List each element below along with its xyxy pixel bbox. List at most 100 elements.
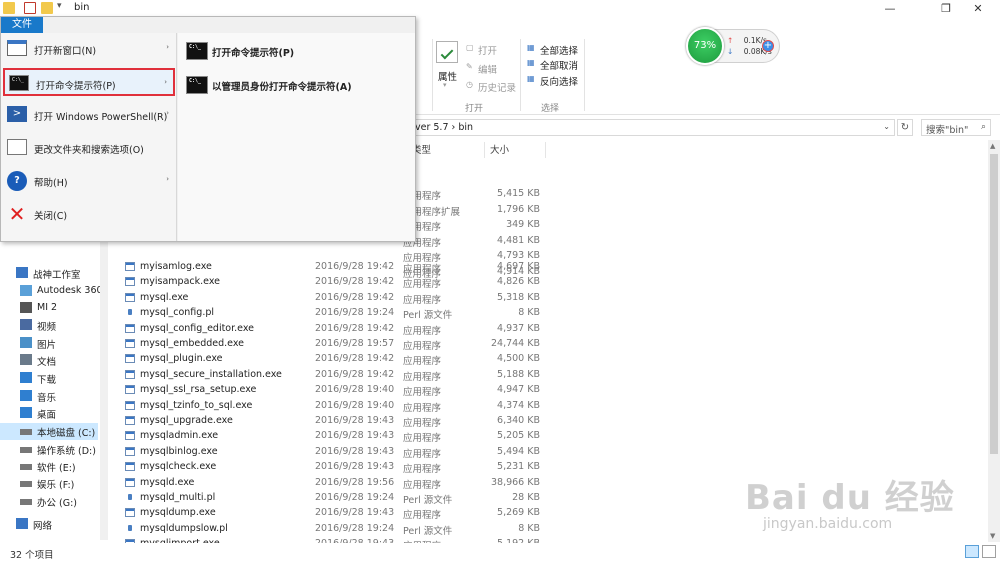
search-input[interactable]: 搜索"bin" ⌕ — [921, 119, 991, 136]
chevron-down-icon[interactable]: ⌄ — [883, 122, 890, 131]
minimize-button[interactable]: — — [868, 0, 912, 17]
chevron-right-icon: › — [166, 175, 169, 183]
table-row[interactable]: mysql_secure_installation.exe 2016/9/28 1… — [120, 367, 980, 383]
phone-icon — [20, 302, 32, 313]
table-row[interactable]: mysqladmin.exe 2016/9/28 19:43 应用程序 5,205 K… — [120, 428, 980, 444]
select-all-button[interactable]: 全部选择 — [540, 43, 578, 57]
open-button[interactable]: 打开 — [478, 43, 497, 57]
status-bar: 32 个项目 — [0, 543, 1000, 562]
file-name: mysql_ssl_rsa_setup.exe — [140, 384, 257, 396]
exe-file-icon — [125, 385, 135, 395]
menu-item[interactable]: ? 帮助(H) › — [3, 167, 175, 195]
menu-item[interactable]: 更改文件夹和搜索选项(O) — [3, 134, 175, 162]
nav-item[interactable]: 软件 (E:) — [20, 458, 112, 475]
table-row[interactable]: mysql_ssl_rsa_setup.exe 2016/9/28 19:40 应用… — [120, 382, 980, 398]
group-label-select: 选择 — [541, 104, 560, 114]
file-size: 4,374 KB — [497, 399, 540, 411]
submenu-item-label: 打开命令提示符(P) — [212, 48, 295, 59]
file-date: 2016/9/28 19:42 — [315, 291, 395, 303]
file-size: 4,937 KB — [497, 322, 540, 334]
document-folder-icon — [20, 354, 32, 365]
table-row[interactable]: mysql.exe 2016/9/28 19:42 应用程序 5,318 KB — [120, 290, 980, 306]
file-date: 2016/9/28 19:24 — [315, 307, 395, 319]
properties-quick-icon[interactable] — [24, 2, 36, 14]
table-row[interactable]: mysql_embedded.exe 2016/9/28 19:57 应用程序 24,… — [120, 336, 980, 352]
large-icons-view-icon[interactable] — [982, 545, 996, 558]
file-type: Perl 源文件 — [403, 495, 453, 506]
nav-item-label: MI 2 — [37, 302, 58, 313]
menu-item[interactable]: 打开命令提示符(P) › — [3, 68, 175, 96]
table-row[interactable]: myisamlog.exe 2016/9/28 19:42 应用程序 4,697 KB — [120, 259, 980, 275]
boost-plus-icon[interactable]: + — [762, 40, 774, 52]
table-row[interactable]: mysql_upgrade.exe 2016/9/28 19:43 应用程序 6,34… — [120, 413, 980, 429]
edit-button[interactable]: 编辑 — [478, 62, 497, 76]
table-row[interactable]: mysql_plugin.exe 2016/9/28 19:42 应用程序 4,500… — [120, 351, 980, 367]
nav-item[interactable]: 战神工作室 — [16, 265, 108, 282]
table-row[interactable]: myisampack.exe 2016/9/28 19:42 应用程序 4,826 K… — [120, 274, 980, 290]
download-arrow-icon: ↓ — [727, 47, 734, 56]
file-name: mysqlbinlog.exe — [140, 445, 218, 457]
details-view-icon[interactable] — [965, 545, 979, 558]
nav-item-label: 桌面 — [37, 410, 57, 421]
refresh-button[interactable]: ↻ — [897, 119, 913, 136]
nav-item[interactable]: 图片 — [20, 335, 112, 352]
nav-item-label: 本地磁盘 (C:) — [37, 428, 96, 439]
submenu-item-label: 以管理员身份打开命令提示符(A) — [212, 82, 352, 93]
drive-icon — [20, 429, 32, 435]
exe-file-icon — [125, 477, 135, 487]
new-folder-quick-icon[interactable] — [41, 2, 53, 14]
menu-item[interactable]: > 打开 Windows PowerShell(R) › — [3, 101, 175, 129]
network-speed-widget[interactable]: 73% ↑ 0.1K/s ↓ 0.08K/s + — [686, 27, 780, 65]
menu-item[interactable]: 打开新窗口(N) › — [3, 35, 175, 63]
drive-icon — [20, 464, 32, 470]
invert-selection-button[interactable]: 反向选择 — [540, 74, 578, 88]
properties-button[interactable]: 属性 — [438, 69, 457, 83]
exe-file-icon — [125, 277, 135, 287]
nav-item[interactable]: 操作系统 (D:) — [20, 441, 112, 458]
properties-icon[interactable] — [436, 41, 458, 63]
open-cmd-admin-item[interactable]: 以管理员身份打开命令提示符(A) — [182, 72, 407, 100]
address-bar[interactable]: ver 5.7 › bin ⌄ — [410, 119, 895, 136]
nav-item[interactable]: MI 2 — [20, 300, 112, 317]
exe-file-icon — [125, 339, 135, 348]
nav-item[interactable]: 娱乐 (F:) — [20, 475, 112, 492]
table-row[interactable]: mysql_tzinfo_to_sql.exe 2016/9/28 19:40 应用… — [120, 398, 980, 414]
network-icon — [16, 518, 28, 529]
nav-item[interactable]: 桌面 — [20, 405, 112, 422]
history-button[interactable]: 历史记录 — [478, 80, 516, 94]
nav-item[interactable]: 下载 — [20, 370, 112, 387]
menu-item-label: 关闭(C) — [34, 211, 68, 222]
table-row[interactable]: mysql_config.pl 2016/9/28 19:24 Perl 源文件 8 … — [120, 305, 980, 321]
file-list-scrollbar[interactable]: ▲ ▼ — [988, 140, 1000, 542]
exe-file-icon — [125, 508, 135, 518]
nav-item[interactable]: 本地磁盘 (C:) — [0, 423, 98, 440]
menu-item[interactable]: ✕ 关闭(C) — [3, 200, 175, 228]
file-size: 1,796 KB — [497, 203, 540, 215]
nav-item[interactable]: 视频 — [20, 317, 112, 334]
nav-item[interactable]: 音乐 — [20, 388, 112, 405]
nav-item[interactable]: 文档 — [20, 352, 112, 369]
select-none-button[interactable]: 全部取消 — [540, 58, 578, 72]
nav-item[interactable]: Autodesk 360 — [20, 283, 112, 300]
exe-file-icon — [125, 446, 135, 456]
exe-file-icon — [125, 262, 135, 271]
file-size: 4,500 KB — [497, 353, 540, 365]
scroll-up-icon[interactable]: ▲ — [990, 142, 995, 150]
table-row[interactable]: mysql_config_editor.exe 2016/9/28 19:42 应用… — [120, 321, 980, 337]
tab-file-active[interactable]: 文件 — [1, 17, 43, 33]
file-type: 应用程序 — [403, 341, 442, 352]
open-cmd-item[interactable]: 打开命令提示符(P) — [182, 38, 407, 66]
nav-item[interactable]: 网络 — [16, 516, 108, 533]
table-row[interactable]: mysqlbinlog.exe 2016/9/28 19:43 应用程序 5,494 … — [120, 444, 980, 460]
file-name: myisampack.exe — [140, 276, 220, 288]
search-icon[interactable]: ⌕ — [981, 122, 986, 132]
file-size: 8 KB — [518, 522, 540, 534]
nav-item[interactable]: 办公 (G:) — [20, 493, 112, 510]
quick-access-dropdown-icon[interactable]: ▾ — [57, 1, 62, 11]
scrollbar-thumb[interactable] — [990, 154, 998, 454]
scroll-down-icon[interactable]: ▼ — [990, 532, 995, 540]
file-type: 应用程序 — [403, 402, 442, 414]
close-window-button[interactable]: ✕ — [956, 0, 1000, 17]
address-path[interactable]: ver 5.7 › bin — [415, 122, 473, 133]
ribbon-separator — [520, 39, 521, 111]
